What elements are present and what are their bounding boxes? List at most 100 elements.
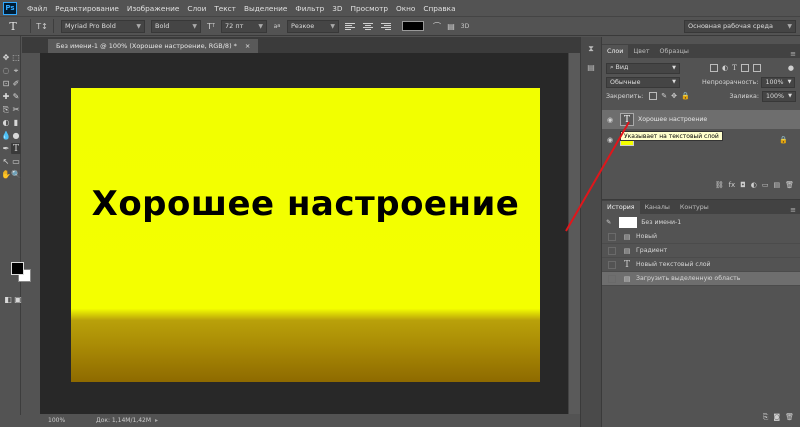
lock-all-icon[interactable]: 🔒	[681, 92, 690, 100]
text-tool-preset-icon[interactable]: T	[0, 20, 26, 33]
filter-type-icon[interactable]: T	[732, 64, 737, 72]
align-left-icon[interactable]	[345, 21, 357, 31]
new-group-icon[interactable]: ▭	[762, 181, 769, 189]
tab-color[interactable]: Цвет	[628, 45, 654, 58]
blur-tool-icon[interactable]: 💧	[1, 130, 11, 141]
foreground-color-swatch[interactable]	[11, 262, 24, 275]
document-canvas[interactable]: Хорошее настроение	[71, 88, 540, 382]
brush-tool-icon[interactable]: ✎	[11, 91, 21, 102]
3d-icon[interactable]: 3D	[458, 20, 472, 32]
character-panel-icon[interactable]: ▤	[444, 20, 458, 32]
history-source-checkbox[interactable]	[608, 274, 616, 283]
history-brush-source-icon[interactable]: ✎	[606, 219, 611, 226]
quick-select-tool-icon[interactable]: ⌖	[11, 65, 21, 76]
menu-image[interactable]: Изображение	[123, 4, 183, 13]
camera-icon[interactable]: ◙	[773, 413, 780, 422]
clone-stamp-icon[interactable]: ⎘	[1, 104, 11, 115]
menu-filter[interactable]: Фильтр	[291, 4, 328, 13]
lock-move-icon[interactable]: ✥	[671, 92, 677, 100]
layer-row-text[interactable]: ◉ T Хорошее настроение	[602, 110, 800, 129]
text-color-swatch[interactable]	[402, 21, 424, 31]
filter-pixel-icon[interactable]	[710, 64, 718, 72]
menu-help[interactable]: Справка	[419, 4, 459, 13]
warp-text-icon[interactable]: ⌒	[430, 20, 444, 32]
lock-pixels-icon[interactable]	[649, 92, 658, 100]
font-size-select[interactable]: 72 пт ▼	[221, 19, 267, 33]
trash-icon[interactable]: 🗑	[785, 181, 794, 189]
zoom-tool-icon[interactable]: 🔍	[11, 169, 21, 180]
layer-style-icon[interactable]: fx	[729, 181, 736, 189]
new-document-from-state-icon[interactable]: ⎘	[763, 413, 769, 422]
marquee-tool-icon[interactable]: ⬚	[11, 52, 21, 63]
history-source-checkbox[interactable]	[608, 232, 616, 241]
menu-view[interactable]: Просмотр	[347, 4, 392, 13]
workspace-select[interactable]: Основная рабочая среда ▼	[684, 19, 796, 33]
quick-mask-icon[interactable]: ◧	[3, 294, 13, 305]
zoom-level[interactable]: 100%	[48, 417, 78, 424]
opacity-input[interactable]: 100% ▼	[761, 76, 796, 88]
hand-tool-icon[interactable]: ✋	[1, 169, 11, 180]
screen-mode-icon[interactable]: ▣	[13, 294, 23, 305]
dodge-tool-icon[interactable]: ●	[11, 130, 21, 141]
font-style-select[interactable]: Bold ▼	[151, 19, 201, 33]
menu-select[interactable]: Выделение	[240, 4, 291, 13]
healing-brush-icon[interactable]: ✚	[1, 91, 11, 102]
align-right-icon[interactable]	[381, 21, 393, 31]
new-layer-icon[interactable]: ▤	[773, 181, 780, 189]
font-family-select[interactable]: Myriad Pro Bold ▼	[61, 19, 145, 33]
canvas-area[interactable]: Хорошее настроение	[40, 53, 568, 414]
eraser-tool-icon[interactable]: ◐	[1, 117, 11, 128]
link-layers-icon[interactable]: ⛓	[715, 181, 724, 189]
pen-tool-icon[interactable]: ✒	[1, 143, 11, 154]
filter-toggle-icon[interactable]: ●	[788, 64, 794, 72]
vertical-scrollbar[interactable]	[568, 53, 580, 414]
menu-3d[interactable]: 3D	[328, 4, 346, 13]
filter-smart-icon[interactable]	[752, 64, 761, 72]
properties-panel-icon[interactable]: ▤	[584, 61, 598, 73]
history-source-checkbox[interactable]	[608, 260, 616, 269]
layer-filter-select[interactable]: ⌕ Вид ▼	[606, 62, 680, 74]
lasso-tool-icon[interactable]: ◌	[1, 65, 11, 76]
chevron-right-icon[interactable]: ▸	[155, 417, 158, 424]
rectangle-tool-icon[interactable]: ▭	[11, 156, 21, 167]
menu-window[interactable]: Окно	[392, 4, 419, 13]
menu-text[interactable]: Текст	[210, 4, 240, 13]
tab-layers[interactable]: Слои	[602, 45, 629, 58]
align-center-icon[interactable]	[363, 21, 375, 31]
path-select-icon[interactable]: ↖	[1, 156, 11, 167]
eye-icon[interactable]: ◉	[602, 116, 618, 124]
menu-edit[interactable]: Редактирование	[51, 4, 123, 13]
close-icon[interactable]: ×	[245, 42, 250, 50]
filter-adjust-icon[interactable]: ◐	[722, 64, 728, 72]
text-orientation-icon[interactable]: T↕	[35, 20, 49, 32]
history-item-selected[interactable]: ▤ Загрузить выделенную область	[602, 272, 800, 286]
type-tool-icon[interactable]: T	[11, 143, 21, 154]
layer-mask-icon[interactable]: ◘	[740, 181, 746, 189]
move-tool-icon[interactable]: ✥	[1, 52, 11, 63]
blend-mode-select[interactable]: Обычные ▼	[606, 76, 680, 88]
history-snapshot[interactable]: ✎ Без имени-1	[602, 214, 800, 230]
gradient-tool-icon[interactable]: ▮	[11, 117, 21, 128]
canvas-text[interactable]: Хорошее настроение	[71, 184, 540, 224]
panel-menu-icon[interactable]: ≡	[790, 50, 796, 58]
adjustment-layer-icon[interactable]: ◐	[751, 181, 757, 189]
tab-channels[interactable]: Каналы	[640, 201, 675, 214]
history-item[interactable]: T Новый текстовый слой	[602, 258, 800, 272]
tab-history[interactable]: История	[602, 201, 640, 214]
history-brush-icon[interactable]: ✂	[11, 104, 21, 115]
filter-shape-icon[interactable]	[740, 64, 749, 72]
history-source-checkbox[interactable]	[608, 246, 616, 255]
tab-paths[interactable]: Контуры	[675, 201, 714, 214]
tab-swatches[interactable]: Образцы	[655, 45, 694, 58]
history-panel-icon[interactable]: ⧗	[584, 43, 598, 55]
lock-paint-icon[interactable]: ✎	[661, 92, 667, 100]
menu-layers[interactable]: Слои	[183, 4, 210, 13]
history-item[interactable]: ▤ Градиент	[602, 244, 800, 258]
fill-input[interactable]: 100% ▼	[762, 90, 796, 102]
eyedropper-tool-icon[interactable]: ✐	[11, 78, 21, 89]
panel-menu-icon[interactable]: ≡	[790, 206, 796, 214]
antialias-select[interactable]: Резкое ▼	[287, 19, 339, 33]
menu-file[interactable]: Файл	[23, 4, 51, 13]
document-tab[interactable]: Без имени-1 @ 100% (Хорошее настроение, …	[48, 39, 259, 53]
crop-tool-icon[interactable]: ⊡	[1, 78, 11, 89]
